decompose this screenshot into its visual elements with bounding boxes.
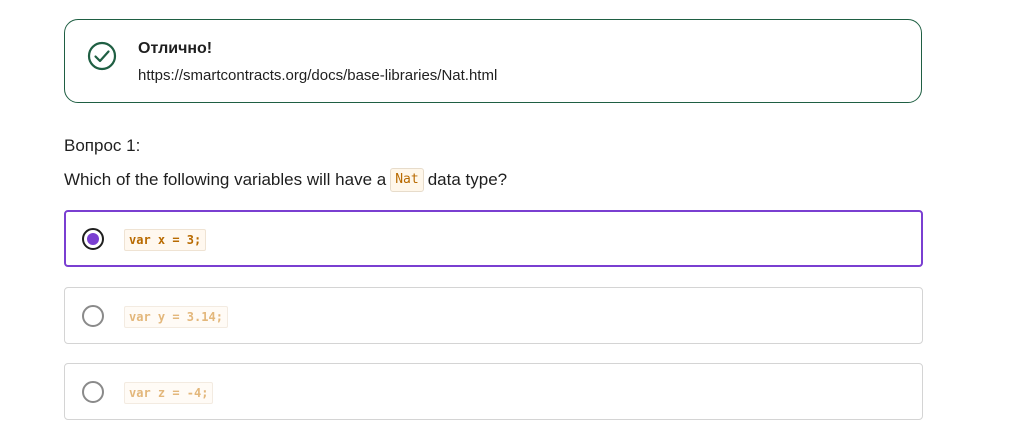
question-code-chip: Nat [390,168,424,192]
answer-option-2[interactable]: var y = 3.14; [64,287,923,344]
option-code: var y = 3.14; [124,306,228,328]
question-number: Вопрос 1: [64,136,141,155]
option-code: var x = 3; [124,229,207,251]
option-code: var z = -4; [124,382,214,404]
answer-option-3[interactable]: var z = -4; [64,363,923,420]
check-circle-icon [87,41,117,71]
feedback-link[interactable]: https://smartcontracts.org/docs/base-lib… [138,67,497,84]
radio-dot [87,233,99,245]
answer-option-1[interactable]: var x = 3; [64,210,923,267]
question-text-before: Which of the following variables will ha… [64,170,387,189]
radio-button[interactable] [82,305,104,327]
question-text: Which of the following variables will ha… [64,168,507,192]
feedback-banner: Отлично! https://smartcontracts.org/docs… [64,19,922,103]
question-text-after: data type? [427,170,508,189]
radio-button-selected[interactable] [82,228,104,250]
feedback-title: Отлично! [138,40,213,57]
radio-button[interactable] [82,381,104,403]
